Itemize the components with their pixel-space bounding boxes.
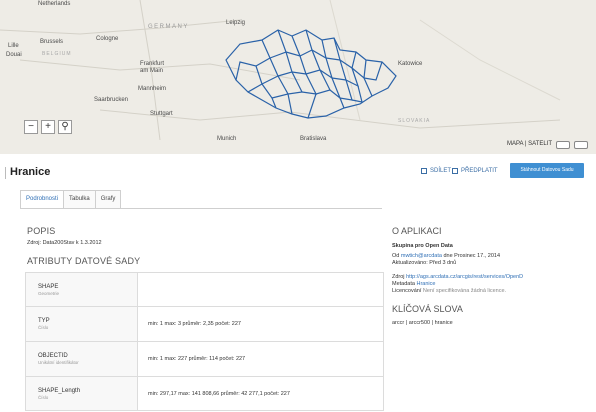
fullscreen-toggle-icon[interactable] [556,141,570,149]
title-divider [0,167,6,179]
field-name: TYP [38,318,50,324]
table-row: TYP Číslo min: 1 max: 3 průměr: 2,35 poč… [25,306,384,342]
map-label-katowice: Katowice [398,61,423,67]
table-row: OBJECTID Unikátní identifikátor min: 1 m… [25,341,384,377]
tab-grafy[interactable]: Grafy [94,190,122,208]
field-name: OBJECTID [38,353,68,359]
map-label-netherlands: Netherlands [38,1,71,7]
map-view[interactable]: Netherlands GERMANY Leipzig Brussels Col… [0,0,596,154]
share-icon [421,168,427,174]
group-name: Skupina pro Open Data [392,243,453,249]
attributes-table: SHAPE Geometrie TYP Číslo min: 1 max: 3 … [25,272,384,411]
author-date: dne Prosinec 17., 2014 [443,253,501,259]
map-type-switch[interactable]: MAPA | SATELIT [507,141,552,147]
keywords-heading: KLÍČOVÁ SLOVA [392,304,463,314]
field-type: Číslo [38,325,49,330]
source-text: Zdroj: Data200Stav k 1.3.2012 [27,240,102,246]
map-label-bratislava: Bratislava [300,136,327,142]
metadata-line: Metadata Hranice [392,281,592,288]
page-title: Hranice [10,166,51,178]
share-label: SDÍLET [430,168,452,174]
author-link[interactable]: mwtich@arcdata [401,253,442,259]
map-label-cologne: Cologne [96,36,119,42]
attribute-name-cell: SHAPE_Length Číslo [25,376,138,411]
license-text: Není specifikována žádná licence. [422,288,507,294]
about-sidebar: O APLIKACI Skupina pro Open Data Od mwti… [392,226,592,327]
map-zoom-controls: − + ⚲ [24,120,72,134]
map-label-douai: Douai [6,52,22,58]
license-line: Licencování Není specifikována žádná lic… [392,288,592,295]
attribute-name-cell: TYP Číslo [25,306,138,342]
license-prefix: Licencování [392,288,422,294]
search-icon[interactable]: ⚲ [58,120,72,134]
attributes-heading: ATRIBUTY DATOVÉ SADY [27,256,141,266]
map-basemap [0,0,596,154]
source-link[interactable]: http://ags.arcdata.cz/arcgis/rest/servic… [406,274,523,280]
subscribe-icon [452,168,458,174]
tab-tabulka[interactable]: Tabulka [63,190,96,208]
source-line: Zdroj http://ags.arcdata.cz/arcgis/rest/… [392,274,592,281]
popis-heading: POPIS [27,226,56,236]
zoom-in-button[interactable]: + [41,120,55,134]
subscribe-button[interactable]: PŘEDPLATIT [452,168,498,174]
author-line: Od mwtich@arcdata dne Prosinec 17., 2014 [392,253,592,260]
table-row: SHAPE Geometrie [25,272,384,307]
map-label-brussels: Brussels [40,39,64,45]
attribute-name-cell: SHAPE Geometrie [25,272,138,307]
map-label-frankfurt: Frankfurt am Main [140,61,165,74]
field-name: SHAPE [38,283,59,290]
tab-bar: Podrobnosti Tabulka Grafy [20,190,122,209]
field-type: Unikátní identifikátor [38,360,79,365]
map-label-slovakia: SLOVAKIA [398,118,431,124]
map-label-stuttgart: Stuttgart [150,111,173,117]
attribute-stats: min: 1 max: 3 průměr: 2,35 počet: 227 [137,306,384,342]
map-label-belgium: BELGIUM [42,51,72,57]
subscribe-label: PŘEDPLATIT [461,168,498,174]
field-type: Číslo [38,394,49,400]
map-label-saarbrucken: Saarbrucken [94,97,129,103]
attribute-stats: min: 297,17 max: 141 808,66 průměr: 42 2… [137,376,384,411]
map-label-munich: Munich [217,136,237,142]
zoom-out-button[interactable]: − [24,120,38,134]
attribute-stats [137,272,384,307]
field-type: Geometrie [38,290,60,296]
map-label-mannheim: Mannheim [138,86,167,92]
map-layer-toggle-icon[interactable] [574,141,588,149]
keywords-list: arccr | arccr500 | hranice [392,320,453,326]
metadata-prefix: Metadata [392,281,415,287]
attribute-name-cell: OBJECTID Unikátní identifikátor [25,341,138,377]
table-row: SHAPE_Length Číslo min: 297,17 max: 141 … [25,376,384,411]
author-prefix: Od [392,253,400,259]
updated-text: Aktualizováno: Před 3 dnů [392,260,457,266]
map-label-leipzig: Leipzig [226,20,246,26]
tab-divider [20,208,382,209]
share-button[interactable]: SDÍLET [421,168,451,174]
source-prefix: Zdroj [392,274,405,280]
metadata-link[interactable]: Hranice [416,281,435,287]
dataset-header: Hranice SDÍLET PŘEDPLATIT Stáhnout Datov… [0,154,596,190]
map-label-lille: Lille [8,43,19,49]
tab-podrobnosti[interactable]: Podrobnosti [20,190,65,209]
attribute-stats: min: 1 max: 227 průměr: 114 počet: 227 [137,341,384,377]
about-heading: O APLIKACI [392,226,442,236]
map-label-germany: GERMANY [148,24,189,30]
download-dataset-button[interactable]: Stáhnout Datovou Sadu [510,163,584,178]
field-name: SHAPE_Length [38,387,81,394]
